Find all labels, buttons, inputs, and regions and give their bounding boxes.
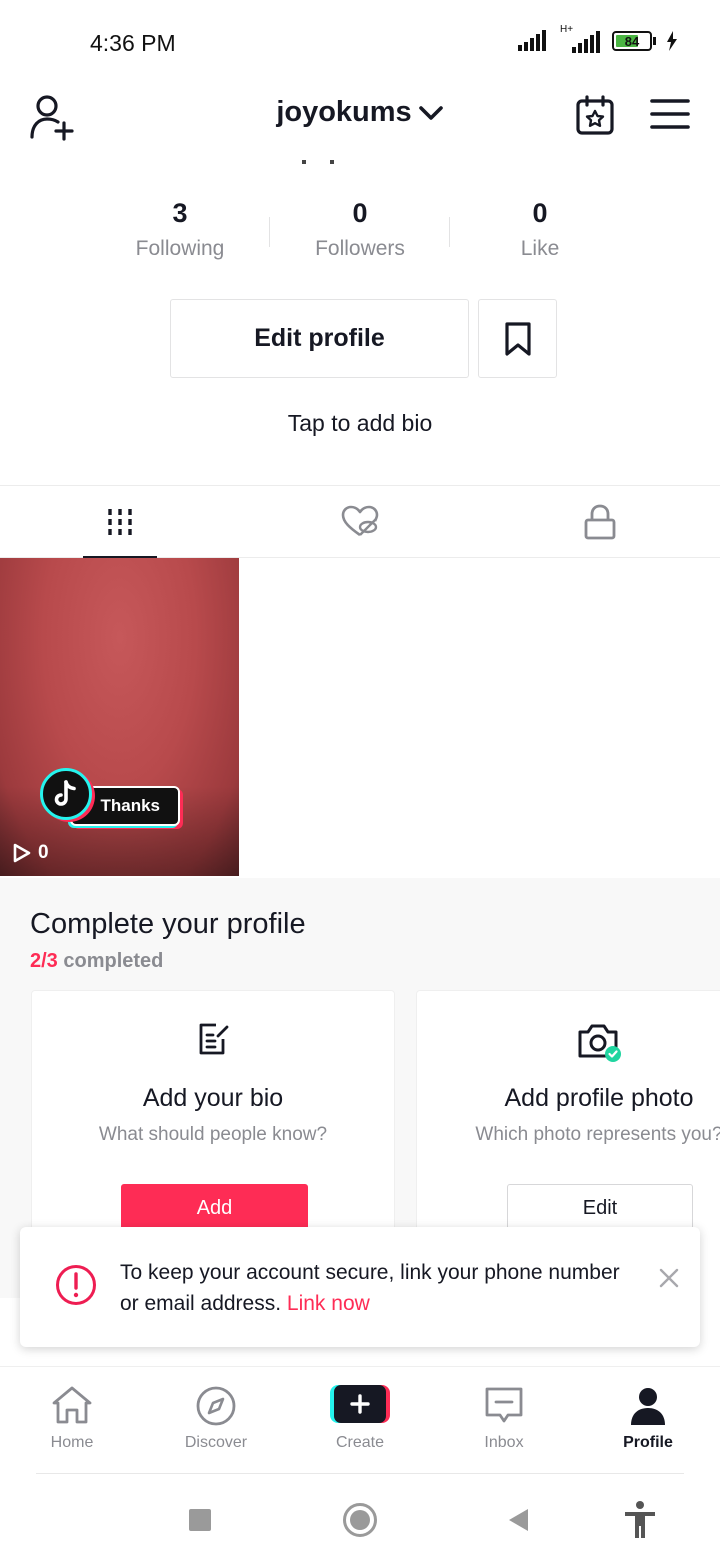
bookmark-icon [504, 321, 531, 356]
card-title: Add your bio [142, 1084, 284, 1112]
hamburger-menu-icon [650, 99, 690, 129]
add-bio-button[interactable]: Add [121, 1184, 308, 1232]
status-bar: 4:36 PM H+ 84 [0, 0, 720, 80]
tiktok-logo-icon [40, 768, 92, 820]
system-home-button[interactable] [338, 1498, 382, 1542]
complete-profile-progress: 2/3 completed [30, 950, 163, 973]
inbox-icon [485, 1387, 523, 1423]
grid-lines-icon [108, 509, 132, 535]
nav-discover[interactable]: Discover [144, 1367, 288, 1474]
create-button [330, 1385, 390, 1423]
creator-calendar-button[interactable] [572, 92, 620, 140]
thanks-sticker: Thanks [40, 768, 185, 834]
tab-videos[interactable] [0, 486, 240, 559]
calendar-star-icon [576, 95, 614, 135]
link-now-link[interactable]: Link now [287, 1292, 370, 1315]
progress-count: 2/3 [30, 950, 58, 972]
stat-value: 0 [532, 198, 548, 228]
stat-likes[interactable]: 0 Like [450, 195, 630, 275]
chevron-down-icon [418, 105, 443, 120]
home-icon [52, 1386, 92, 1424]
stat-followers[interactable]: 0 Followers [270, 195, 450, 275]
play-count-value: 0 [38, 842, 49, 863]
username: joyokums [276, 96, 412, 128]
signal-icon [518, 30, 546, 51]
avatar-edge-marks [302, 160, 334, 164]
security-message: To keep your account secure, link your p… [120, 1257, 620, 1319]
system-navigation [0, 1480, 720, 1560]
nav-label: Create [335, 1434, 385, 1451]
nav-label: Home [50, 1434, 94, 1451]
stat-value: 3 [172, 198, 188, 228]
battery-icon: 84 [612, 31, 656, 51]
back-triangle-icon [509, 1509, 528, 1531]
square-icon [189, 1509, 211, 1531]
profile-stats: 3 Following 0 Followers 0 Like [90, 195, 630, 275]
nav-label: Profile [623, 1434, 673, 1451]
card-subtitle: Which photo represents you? [475, 1124, 720, 1145]
progress-suffix: completed [57, 950, 164, 972]
card-subtitle: What should people know? [98, 1124, 328, 1145]
plus-icon [350, 1394, 370, 1414]
accessibility-icon [625, 1501, 655, 1538]
card-title: Add profile photo [504, 1084, 694, 1112]
status-icons: H+ 84 [518, 24, 678, 54]
stat-label: Like [520, 237, 560, 260]
compass-icon [196, 1386, 236, 1426]
add-bio-link[interactable]: Tap to add bio [0, 410, 720, 437]
nav-profile[interactable]: Profile [576, 1367, 720, 1474]
profile-header: joyokums [0, 80, 720, 160]
accessibility-button[interactable] [618, 1498, 662, 1542]
tab-liked[interactable] [240, 486, 480, 558]
play-count: 0 [12, 842, 49, 864]
close-icon [659, 1268, 679, 1288]
person-icon [631, 1388, 665, 1425]
security-banner: To keep your account secure, link your p… [20, 1227, 700, 1347]
lock-icon [584, 504, 616, 540]
camera-check-icon [578, 1024, 621, 1062]
video-thumbnail[interactable]: Thanks 0 [0, 558, 239, 876]
play-icon [13, 843, 31, 863]
close-banner-button[interactable] [654, 1263, 684, 1293]
nav-inbox[interactable]: Inbox [432, 1367, 576, 1474]
status-time: 4:36 PM [90, 30, 176, 56]
stat-label: Following [135, 237, 225, 260]
circle-icon [343, 1503, 377, 1537]
nav-label: Discover [184, 1434, 248, 1451]
edit-profile-button[interactable]: Edit profile [170, 299, 469, 378]
nav-create[interactable]: Create [288, 1367, 432, 1474]
tab-private[interactable] [480, 486, 720, 558]
signal-h-icon: H+ [560, 24, 602, 54]
back-button[interactable] [496, 1498, 540, 1542]
alert-circle-icon [56, 1265, 96, 1305]
nav-divider [36, 1473, 684, 1474]
edit-note-icon [199, 1023, 229, 1055]
recents-button[interactable] [178, 1498, 222, 1542]
nav-label: Inbox [484, 1434, 524, 1451]
bottom-navigation: Home Discover Create Inbox Profile [0, 1366, 720, 1474]
nav-home[interactable]: Home [0, 1367, 144, 1474]
content-tabs [0, 485, 720, 559]
stat-label: Followers [315, 237, 405, 260]
charging-icon [667, 31, 677, 51]
edit-photo-button[interactable]: Edit [507, 1184, 693, 1232]
heart-hidden-icon [341, 505, 379, 537]
stat-following[interactable]: 3 Following [90, 195, 270, 275]
complete-profile-title: Complete your profile [30, 908, 306, 940]
battery-level: 84 [624, 33, 640, 49]
stat-value: 0 [352, 198, 368, 228]
menu-button[interactable] [648, 92, 692, 136]
favorites-button[interactable] [478, 299, 557, 378]
